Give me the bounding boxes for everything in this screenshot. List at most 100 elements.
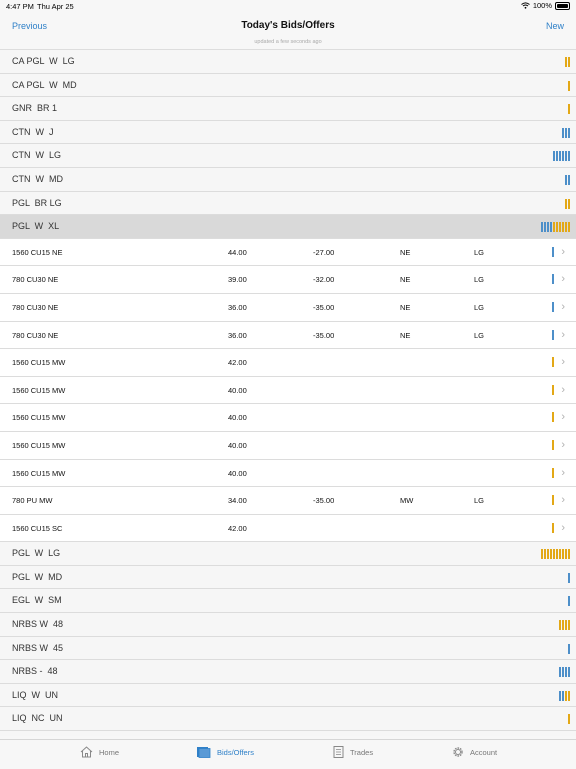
product-cell: 780 PU MW — [12, 496, 53, 506]
product-cell: 1560 CU15 MW — [12, 358, 66, 368]
group-row[interactable]: LIQ NC UN — [0, 707, 576, 732]
chevron-right-icon: › — [561, 300, 565, 313]
offer-bar — [562, 222, 564, 233]
chevron-right-icon: › — [561, 494, 565, 507]
detail-row[interactable]: 1560 CU15 MW 40.00 › — [0, 376, 576, 405]
basis-cell: -35.00 — [313, 302, 335, 312]
group-row[interactable]: NRBS - 48 — [0, 660, 576, 684]
basis-cell: -35.00 — [313, 330, 335, 340]
volume-indicator — [541, 549, 570, 560]
offer-bar — [562, 620, 564, 631]
volume-indicator — [559, 620, 570, 631]
price-cell: 42.00 — [228, 523, 247, 533]
chevron-right-icon: › — [561, 328, 565, 341]
group-label: PGL W LG — [12, 548, 61, 559]
offer-bar — [565, 620, 567, 631]
group-row[interactable]: PGL W XL — [0, 215, 576, 239]
detail-row[interactable]: 780 CU30 NE 36.00 -35.00 NE LG › — [0, 293, 576, 322]
bid-bar — [562, 127, 564, 138]
group-label: PGL W XL — [12, 221, 60, 232]
region-cell: NE — [400, 275, 411, 285]
price-cell: 34.00 — [228, 496, 247, 506]
region-cell: NE — [400, 330, 411, 340]
price-cell: 36.00 — [228, 302, 247, 312]
basis-cell: -35.00 — [313, 496, 335, 506]
volume-indicator — [552, 274, 554, 285]
bid-bar — [565, 127, 567, 138]
tab-account[interactable]: Account — [452, 746, 497, 758]
trades-icon — [333, 746, 344, 758]
volume-indicator — [552, 467, 554, 478]
group-row[interactable]: CA PGL W LG — [0, 50, 576, 74]
offer-bar — [547, 549, 549, 560]
chevron-right-icon: › — [561, 356, 565, 369]
chevron-right-icon: › — [561, 438, 565, 451]
price-cell: 44.00 — [228, 247, 247, 257]
bid-bar — [568, 596, 570, 607]
bid-bar — [552, 329, 554, 340]
group-row[interactable]: PGL BR LG — [0, 191, 576, 216]
volume-indicator — [568, 643, 570, 654]
basis-cell: -32.00 — [313, 275, 335, 285]
product-cell: 1560 CU15 MW — [12, 440, 66, 450]
group-label: NRBS - 48 — [12, 666, 58, 677]
group-row[interactable]: CTN W MD — [0, 167, 576, 192]
bid-bar — [552, 246, 554, 257]
offer-bar — [565, 690, 567, 701]
bid-bar — [562, 690, 564, 701]
bid-bar — [568, 151, 570, 162]
detail-row[interactable]: 1560 CU15 MW 40.00 › — [0, 404, 576, 432]
bid-bar — [568, 174, 570, 185]
offer-bar — [568, 198, 570, 209]
offer-bar — [544, 549, 546, 560]
detail-row[interactable]: 1560 CU15 MW 40.00 › — [0, 459, 576, 488]
size-cell: LG — [474, 302, 485, 312]
group-label: CA PGL W LG — [12, 56, 75, 66]
group-row[interactable]: EGL W SM — [0, 589, 576, 614]
offer-bar — [565, 198, 567, 209]
group-label: CTN W J — [12, 126, 54, 137]
group-row[interactable] — [0, 731, 576, 736]
bid-bar — [550, 222, 552, 233]
home-icon — [80, 746, 93, 758]
offer-bar — [562, 549, 564, 560]
tab-bids-offers[interactable]: Bids/Offers — [196, 746, 254, 758]
offer-bar — [552, 467, 554, 478]
offer-bar — [568, 80, 570, 91]
group-row[interactable]: CA PGL W MD — [0, 73, 576, 98]
bid-bar — [562, 151, 564, 162]
volume-indicator — [552, 329, 554, 340]
group-row[interactable]: CTN W J — [0, 120, 576, 145]
volume-indicator — [559, 690, 570, 701]
navigation-bar: Previous Today's Bids/Offers updated a f… — [0, 12, 576, 48]
offer-bar — [559, 620, 561, 631]
group-row[interactable]: PGL W MD — [0, 565, 576, 590]
group-row[interactable]: NRBS W 48 — [0, 613, 576, 637]
detail-row[interactable]: 1560 CU15 SC 42.00 › — [0, 514, 576, 543]
detail-row[interactable]: 780 PU MW 34.00 -35.00 MW LG › — [0, 487, 576, 515]
group-row[interactable]: NRBS W 45 — [0, 636, 576, 661]
volume-indicator — [552, 384, 554, 395]
tab-home[interactable]: Home — [80, 746, 119, 758]
volume-indicator — [565, 57, 570, 67]
detail-row[interactable]: 1560 CU15 MW 40.00 › — [0, 431, 576, 460]
offer-bar — [565, 549, 567, 560]
group-row[interactable]: CTN W LG — [0, 144, 576, 168]
detail-row[interactable]: 1560 CU15 MW 42.00 › — [0, 349, 576, 377]
new-button[interactable]: New — [546, 21, 564, 31]
bids-offers-list[interactable]: CA PGL W LG CA PGL W MD GNR BR 1 CTN W J CTN… — [0, 49, 576, 736]
tab-trades[interactable]: Trades — [333, 746, 373, 758]
group-label: LIQ W UN — [12, 689, 59, 700]
detail-row[interactable]: 780 CU30 NE 36.00 -35.00 NE LG › — [0, 321, 576, 350]
offer-bar — [552, 522, 554, 533]
size-cell: LG — [474, 330, 485, 340]
group-row[interactable]: LIQ W UN — [0, 683, 576, 708]
offer-bar — [553, 222, 555, 233]
group-row[interactable]: GNR BR 1 — [0, 97, 576, 121]
detail-row[interactable]: 780 CU30 NE 39.00 -32.00 NE LG › — [0, 266, 576, 294]
offer-bar — [552, 439, 554, 450]
detail-row[interactable]: 1560 CU15 NE 44.00 -27.00 NE LG › — [0, 238, 576, 267]
group-row[interactable]: PGL W LG — [0, 542, 576, 566]
offer-bar — [568, 57, 570, 67]
updated-subtitle: updated a few seconds ago — [254, 39, 322, 45]
